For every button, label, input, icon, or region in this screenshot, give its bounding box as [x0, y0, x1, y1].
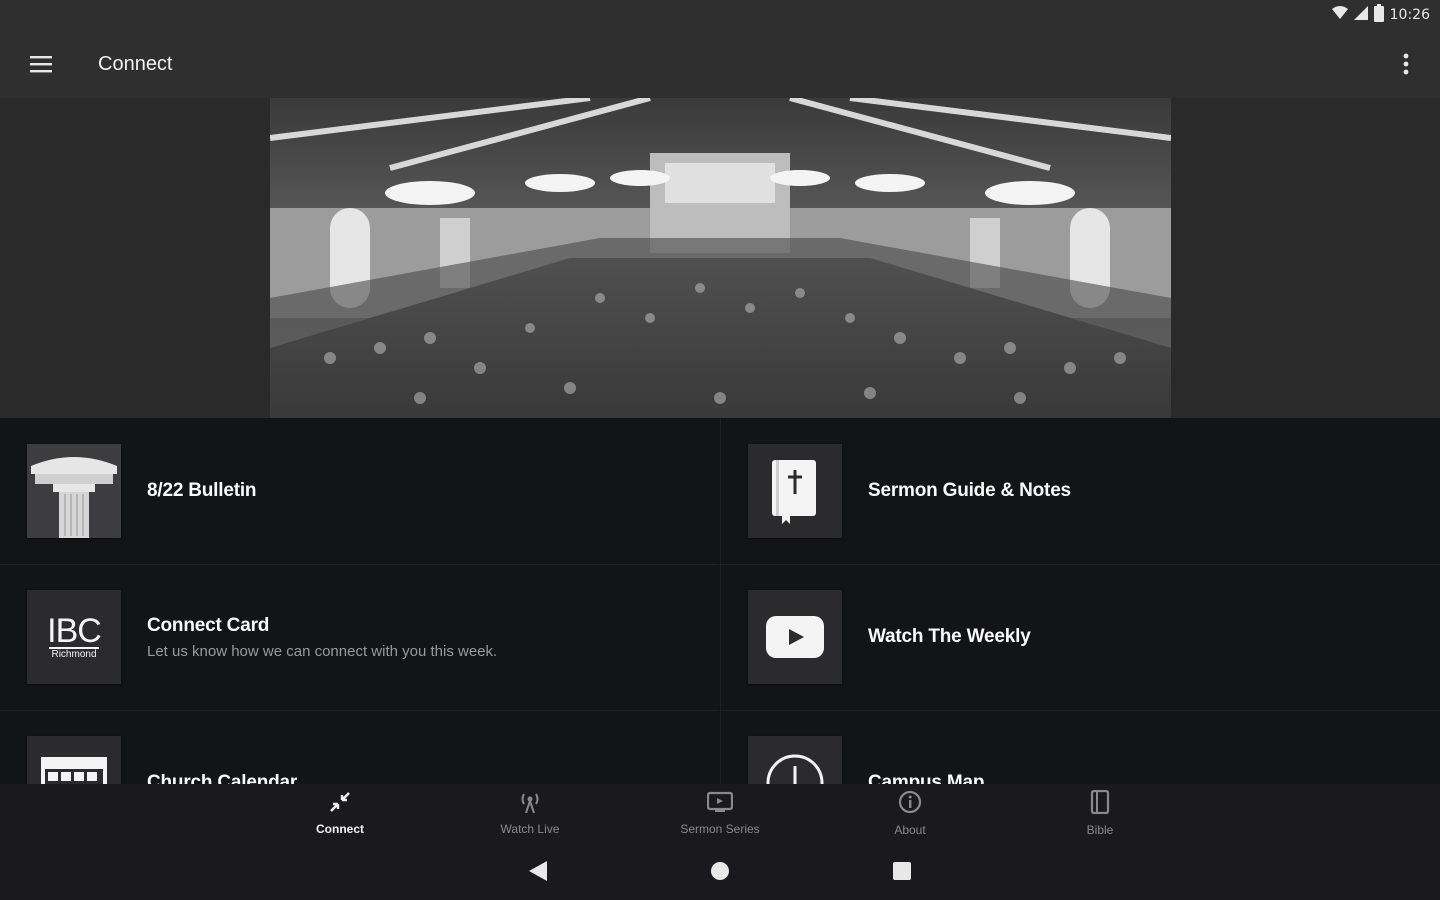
tile-label: Campus Map	[868, 772, 985, 784]
calendar-icon	[27, 736, 121, 784]
nav-connect[interactable]: Connect	[245, 784, 435, 842]
wifi-icon	[1331, 5, 1348, 25]
ibc-logo: IBC Richmond	[27, 590, 121, 684]
book-icon	[1090, 789, 1110, 819]
nav-label: Watch Live	[500, 821, 560, 836]
status-time: 10:26	[1389, 7, 1430, 23]
recents-icon[interactable]	[890, 859, 914, 883]
tile-watch-weekly[interactable]: Watch The Weekly	[721, 564, 1440, 711]
nav-bible[interactable]: Bible	[1005, 784, 1195, 842]
tile-label: Church Calendar	[147, 772, 298, 784]
tile-label: Connect Card	[147, 614, 270, 636]
hamburger-menu-icon[interactable]	[0, 30, 82, 98]
nav-watch-live[interactable]: Watch Live	[435, 784, 625, 842]
cell-signal-icon	[1353, 5, 1368, 25]
tile-label: Sermon Guide & Notes	[868, 480, 1071, 501]
nav-label: Sermon Series	[680, 821, 760, 836]
tile-connect-card[interactable]: IBC Richmond Connect Card Let us know ho…	[0, 564, 719, 711]
play-button-icon	[748, 590, 842, 684]
back-icon[interactable]	[526, 859, 550, 883]
tile-sermon-guide[interactable]: Sermon Guide & Notes	[721, 418, 1440, 565]
tile-campus-map[interactable]: Campus Map	[721, 710, 1440, 784]
tile-label: 8/22 Bulletin	[147, 480, 257, 501]
nav-sermon-series[interactable]: Sermon Series	[625, 784, 815, 842]
tv-icon	[706, 791, 734, 818]
logo-sub-text: Richmond	[49, 646, 99, 660]
bible-icon	[748, 444, 842, 538]
nav-label: Bible	[1086, 822, 1114, 837]
app-toolbar: Connect	[0, 30, 1440, 98]
page-title: Connect	[98, 52, 173, 75]
nav-label: Connect	[316, 821, 364, 836]
bottom-navigation: Connect Watch Live Sermon Series About B…	[0, 784, 1440, 842]
connect-arrows-icon	[329, 791, 351, 818]
battery-icon	[1373, 3, 1384, 27]
hero-banner	[0, 98, 1440, 418]
connect-grid: 8/22 Bulletin Sermon Guide & Notes IBC R…	[0, 418, 1440, 784]
tile-label: Watch The Weekly	[868, 626, 1031, 647]
more-vertical-icon[interactable]	[1390, 48, 1422, 80]
system-navigation-bar	[0, 842, 1440, 900]
compass-icon	[748, 736, 842, 784]
sanctuary-photo	[270, 98, 1171, 418]
broadcast-icon	[518, 791, 542, 818]
tile-church-calendar[interactable]: Church Calendar	[0, 710, 719, 784]
tile-bulletin[interactable]: 8/22 Bulletin	[0, 418, 719, 565]
column-building-icon	[27, 444, 121, 538]
home-icon[interactable]	[708, 859, 732, 883]
nav-about[interactable]: About	[815, 784, 1005, 842]
info-icon	[898, 790, 922, 819]
nav-label: About	[894, 822, 926, 837]
logo-main-text: IBC	[47, 611, 102, 650]
status-bar: 10:26	[0, 0, 1440, 30]
tile-subtitle: Let us know how we can connect with you …	[147, 642, 498, 660]
